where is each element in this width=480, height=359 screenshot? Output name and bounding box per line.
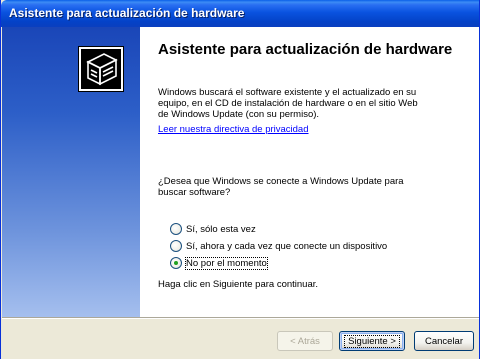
page-title: Asistente para actualización de hardware [158,41,453,58]
title-bar[interactable]: Asistente para actualización de hardware [1,0,479,27]
cancel-button[interactable]: Cancelar [414,331,474,351]
instruction-text: Haga clic en Siguiente para continuar. [158,279,319,290]
radio-label: No por el momento [185,256,268,270]
description-text: Windows buscará el software existente y … [158,87,418,120]
question-text: ¿Desea que Windows se conecte a Windows … [158,176,404,198]
next-button-label: Siguiente > [344,334,400,348]
window-title: Asistente para actualización de hardware [9,6,245,20]
back-button-label: < Atrás [290,335,320,347]
privacy-policy-link[interactable]: Leer nuestra directiva de privacidad [158,124,309,135]
radio-label: Sí, ahora y cada vez que conecte un disp… [186,240,388,252]
radio-option-yes-always[interactable]: Sí, ahora y cada vez que conecte un disp… [170,239,387,253]
radio-button[interactable] [170,223,182,235]
wizard-banner [2,27,140,317]
next-button[interactable]: Siguiente > [339,331,405,351]
radio-option-not-now[interactable]: No por el momento [170,256,268,270]
radio-button-selected[interactable] [170,257,182,269]
radio-button[interactable] [170,240,182,252]
back-button[interactable]: < Atrás [277,331,333,351]
radio-label: Sí, sólo esta vez [186,223,256,235]
cancel-button-label: Cancelar [424,335,464,347]
wizard-content: Asistente para actualización de hardware… [140,27,479,317]
hardware-device-icon [78,46,124,92]
radio-option-yes-once[interactable]: Sí, sólo esta vez [170,222,256,236]
footer-divider [2,317,479,319]
wizard-window: Asistente para actualización de hardware… [0,0,480,359]
